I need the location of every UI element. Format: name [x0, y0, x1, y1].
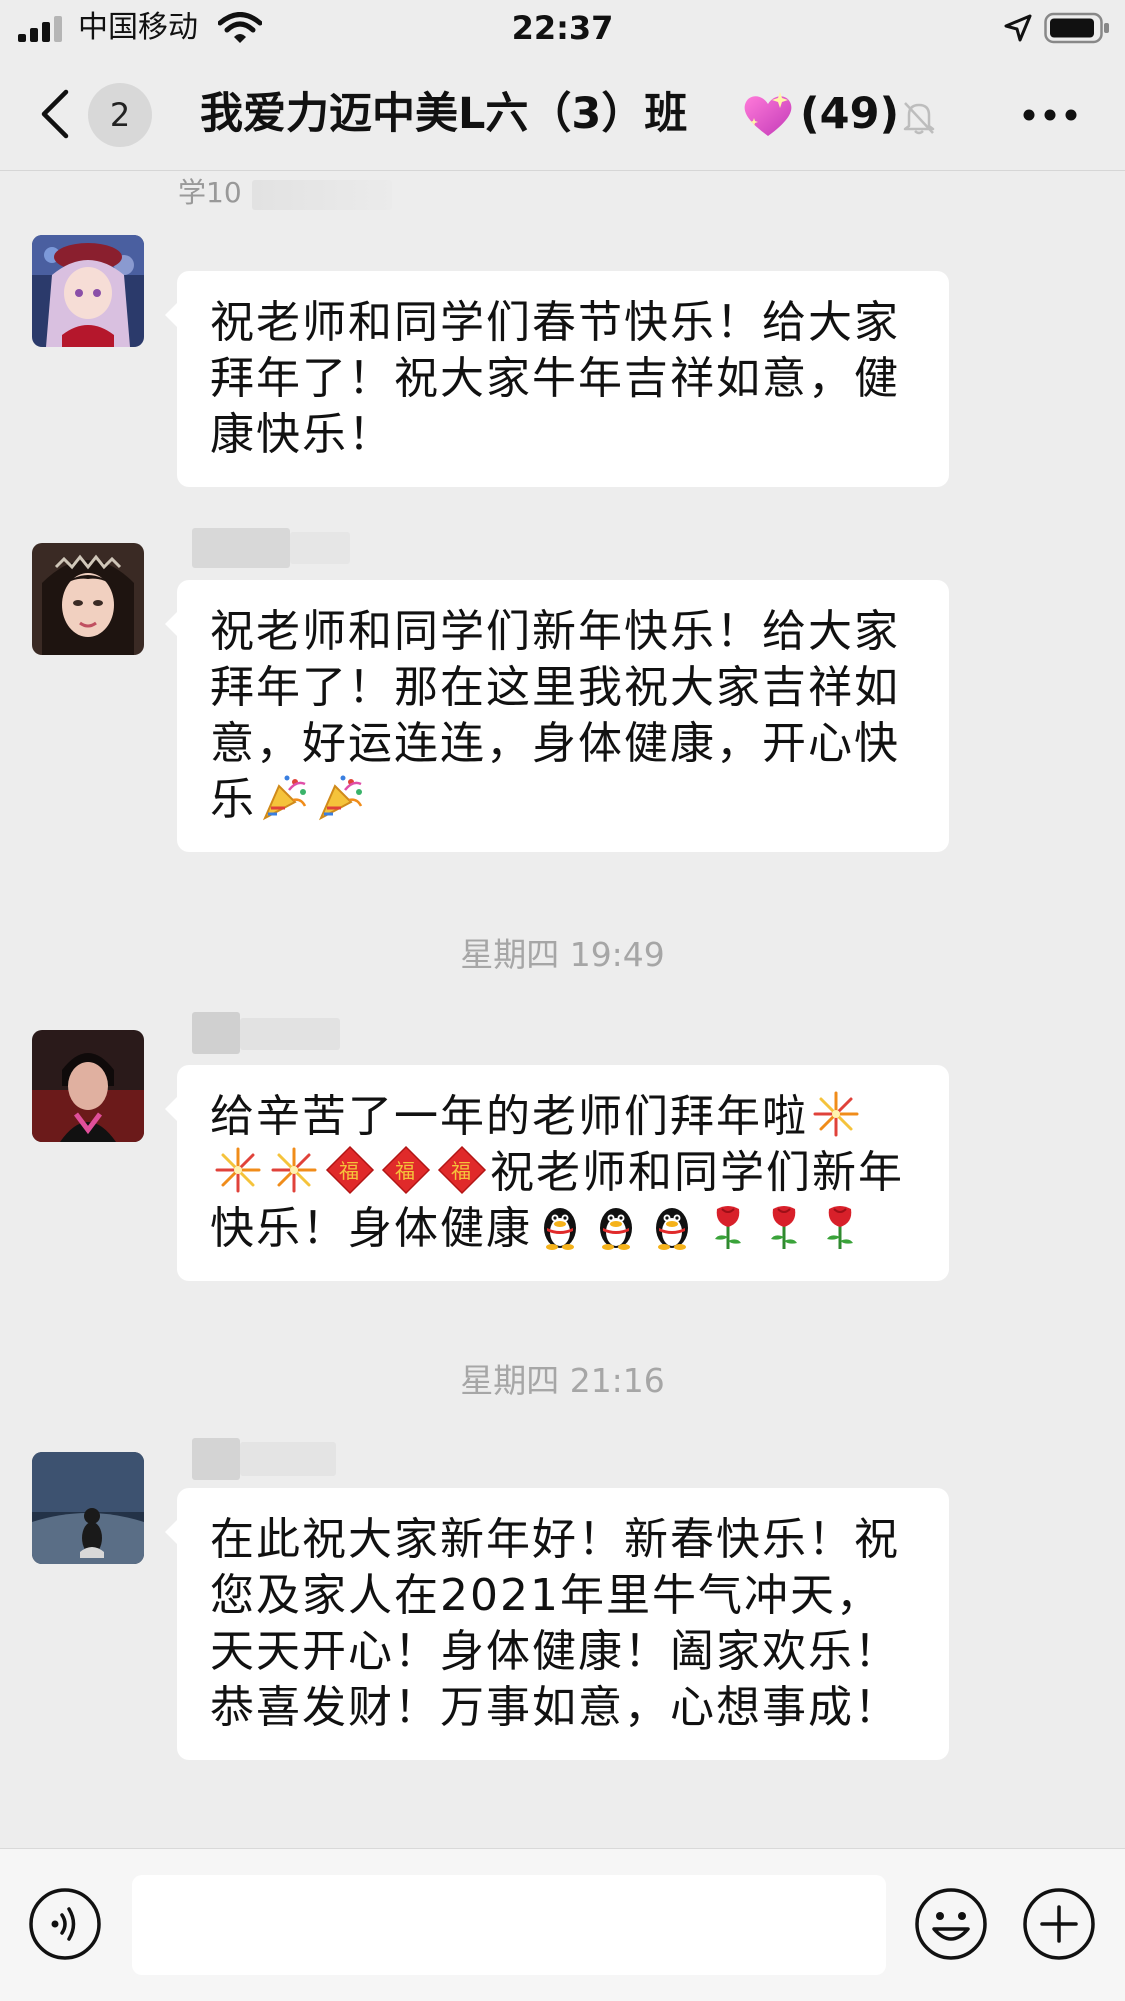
- input-bar: [0, 1848, 1125, 2001]
- rose-icon: [759, 1201, 809, 1251]
- fireworks-icon: [811, 1089, 861, 1139]
- fireworks-icon: [213, 1145, 263, 1195]
- bell-slash-icon: [903, 102, 935, 135]
- message-text: 在此祝大家新年好！新春快乐！祝您及家人在2021年里牛气冲天，天天开心！身体健康…: [210, 1514, 900, 1733]
- rose-icon: [703, 1201, 753, 1251]
- battery-icon: [1044, 12, 1109, 44]
- status-bar: 中国移动 22:37: [0, 0, 1125, 58]
- emoji-icon[interactable]: [914, 1887, 988, 1961]
- message-list[interactable]: 学10 祝老师和同学们春节快乐！给大家拜年了！祝大家牛年吉祥如意，健康快乐！ 祝…: [0, 170, 1125, 1848]
- blurred-sender-name-tail: [290, 532, 350, 564]
- avatar-image: [32, 1030, 144, 1142]
- message-text: 祝老师和同学们春节快乐！给大家拜年了！祝大家牛年吉祥如意，健康快乐！: [210, 297, 900, 460]
- voice-icon[interactable]: [28, 1887, 102, 1961]
- chat-header: 2 我爱力迈中美L六（3）班 (49): [0, 58, 1125, 171]
- blurred-sender-name: [192, 1438, 240, 1480]
- clock: 22:37: [511, 9, 614, 47]
- message-text: 祝老师和同学们新年快乐！给大家拜年了！那在这里我祝大家吉祥如意，好运连连，身体健…: [210, 606, 900, 825]
- message-timestamp: 星期四 19:49: [460, 935, 665, 974]
- message-text: 给辛苦了一年的老师们拜年啦: [210, 1091, 808, 1142]
- chat-title: 我爱力迈中美L六（3）班: [200, 89, 688, 139]
- blurred-sender-name: [192, 528, 290, 568]
- avatar-image: [32, 543, 144, 655]
- avatar-image: [32, 235, 144, 347]
- avatar[interactable]: [32, 1030, 144, 1142]
- message-timestamp: 星期四 21:16: [460, 1361, 665, 1400]
- message-bubble[interactable]: 祝老师和同学们新年快乐！给大家拜年了！那在这里我祝大家吉祥如意，好运连连，身体健…: [165, 580, 949, 852]
- more-icon[interactable]: [1022, 108, 1078, 122]
- fireworks-icon: [269, 1145, 319, 1195]
- avatar[interactable]: [32, 235, 144, 347]
- blurred-sender-name-tail: [240, 1442, 336, 1476]
- message-bubble[interactable]: 给辛苦了一年的老师们拜年啦 祝老师和同学们新年 快乐！身体健康: [165, 1065, 949, 1281]
- avatar[interactable]: [32, 543, 144, 655]
- penguin-icon: [535, 1201, 585, 1251]
- blurred-sender-name: [192, 1012, 240, 1054]
- plus-icon[interactable]: [1022, 1887, 1096, 1961]
- penguin-icon: [591, 1201, 641, 1251]
- sender-name: 学10: [178, 176, 242, 209]
- message-bubble[interactable]: 在此祝大家新年好！新春快乐！祝您及家人在2021年里牛气冲天，天天开心！身体健康…: [165, 1488, 949, 1760]
- member-count: (49): [800, 89, 900, 139]
- message-bubble[interactable]: 祝老师和同学们春节快乐！给大家拜年了！祝大家牛年吉祥如意，健康快乐！: [165, 271, 949, 487]
- message-input[interactable]: [132, 1875, 886, 1975]
- message-text: 祝老师和同学们新年: [490, 1147, 904, 1198]
- fu-charm-icon: [437, 1145, 487, 1195]
- fu-charm-icon: [325, 1145, 375, 1195]
- avatar-image: [32, 1452, 144, 1564]
- chevron-left-icon[interactable]: [36, 88, 76, 140]
- avatar[interactable]: [32, 1452, 144, 1564]
- location-arrow-icon: [1004, 14, 1032, 42]
- party-popper-icon: [315, 772, 365, 822]
- blurred-sender-name: [252, 180, 392, 210]
- party-popper-icon: [259, 772, 309, 822]
- blurred-sender-name-tail: [240, 1018, 340, 1050]
- fu-charm-icon: [381, 1145, 431, 1195]
- message-text: 快乐！身体健康: [210, 1203, 532, 1254]
- sparkling-heart-icon: [744, 92, 792, 136]
- penguin-icon: [647, 1201, 697, 1251]
- unread-count-badge[interactable]: 2: [88, 83, 152, 147]
- rose-icon: [815, 1201, 865, 1251]
